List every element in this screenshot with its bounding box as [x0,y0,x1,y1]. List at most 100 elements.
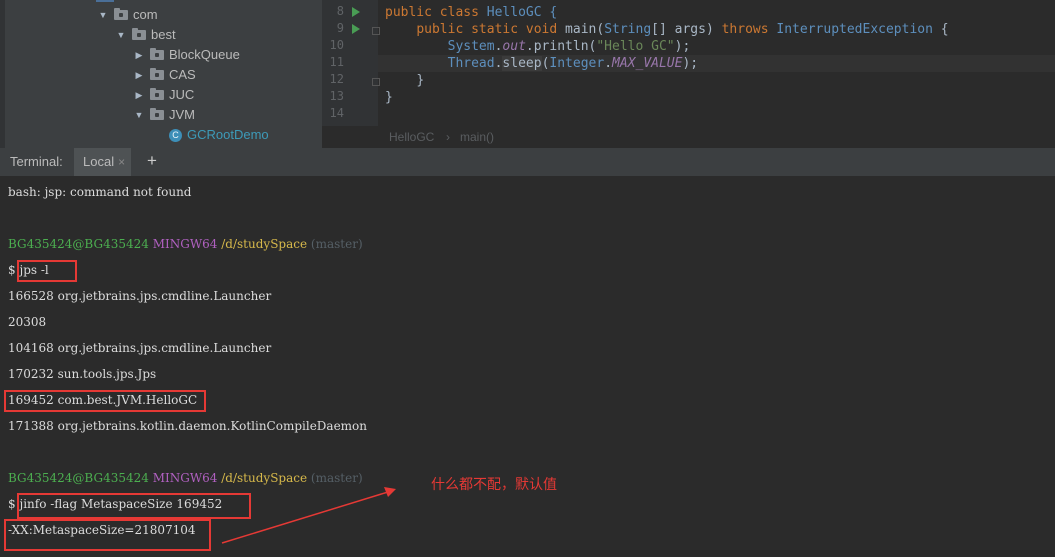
prompt-user: BG435424@BG435424 [8,471,149,485]
prompt-line: BG435424@BG435424 MINGW64 /d/studySpace … [8,469,363,487]
brace: } [385,90,393,105]
brace: } [416,73,425,88]
package-folder-icon [150,48,164,60]
line-number: 10 [329,38,344,52]
code-line-9: public static void main(String[] args) t… [385,21,949,38]
run-class-icon[interactable] [352,7,360,17]
line-number: 13 [329,89,344,103]
type-name: InterruptedException [776,22,933,37]
package-folder-icon [150,68,164,80]
add-tab-icon[interactable]: + [147,151,157,171]
run-main-icon[interactable] [352,24,360,34]
annotation-text: 什么都不配，默认值 [431,477,557,493]
terminal-line: 166528 org.jetbrains.jps.cmdline.Launche… [8,289,272,303]
prompt-branch: (master) [310,471,363,485]
method-call: .println( [525,39,597,54]
chevron-down-icon[interactable]: ▼ [114,25,128,45]
terminal-tab-bar: Terminal: Local × + [0,148,1055,177]
prompt-path: /d/studySpace [221,471,308,485]
chevron-right-icon[interactable]: ▶ [132,65,146,85]
prompt-env: MINGW64 [152,237,218,251]
code-line-10: System.out.println("Hello GC"); [385,38,691,55]
package-folder-icon [132,28,146,40]
package-folder-icon [114,8,128,20]
chevron-right-icon[interactable]: ▶ [132,45,146,65]
type-name: String [604,22,652,37]
highlight-box [4,390,206,412]
code-line-8: public class HelloGC { [385,4,557,21]
line-number: 12 [329,72,344,86]
code-editor[interactable]: 8 9 10 11 12 13 14 public class HelloGC … [322,0,1055,148]
tree-item-label: GCRootDemo [187,127,269,142]
tree-item-label: CAS [169,67,196,82]
chevron-right-icon[interactable]: ▶ [132,85,146,105]
close-icon[interactable]: × [118,155,125,169]
chevron-down-icon[interactable]: ▼ [132,105,146,125]
project-tree: ▼ com ▼ best ▶ BlockQueue ▶ CAS ▶ JUC ▼ … [0,0,322,148]
tree-item-label: BlockQueue [169,47,240,62]
type-name: Thread [447,56,495,71]
prompt-dollar: $ [8,263,16,277]
editor-gutter: 8 9 10 11 12 13 14 [322,0,380,126]
keyword: void [525,22,558,37]
terminator: ); [674,39,691,54]
prompt-branch: (master) [310,237,363,251]
static-field: MAX_VALUE [612,56,683,71]
tree-gutter [0,0,5,148]
type-name: Integer [549,56,605,71]
terminator: ); [682,56,699,71]
prompt-dollar: $ [8,497,16,511]
ide-top-area: ▼ com ▼ best ▶ BlockQueue ▶ CAS ▶ JUC ▼ … [0,0,1055,148]
terminal-line: 104168 org.jetbrains.jps.cmdline.Launche… [8,341,272,355]
tree-item-label: JUC [169,87,195,102]
package-folder-icon [150,88,164,100]
code-line-11: Thread.sleep(Integer.MAX_VALUE); [385,55,698,72]
code-line-13: } [385,89,393,106]
terminal-line: 20308 [8,315,47,329]
brace: { [940,22,949,37]
keyword: class [439,5,479,20]
terminal-line: 171388 org.jetbrains.kotlin.daemon.Kotli… [8,419,368,433]
line-number: 9 [336,21,344,35]
tree-item-label: best [151,27,176,42]
tree-item-best[interactable]: ▼ best [114,25,176,45]
breadcrumb: HelloGC › main() [322,126,1055,148]
code-line-12: } [385,72,424,89]
tree-item-cas[interactable]: ▶ CAS [132,65,196,85]
line-number: 11 [329,55,344,69]
tree-item-jvm[interactable]: ▼ JVM [132,105,195,125]
breadcrumb-item-class[interactable]: HelloGC [389,126,434,148]
breadcrumb-item-method[interactable]: main() [460,126,494,148]
highlight-box [17,493,251,519]
keyword: throws [721,22,769,37]
highlight-box [4,519,211,551]
string-literal: "Hello GC" [596,39,675,54]
prompt-user: BG435424@BG435424 [8,237,149,251]
params: [] args) [651,22,714,37]
tab-local[interactable]: Local × [74,148,132,176]
terminal-output[interactable]: bash: jsp: command not found BG435424@BG… [0,176,1055,557]
terminal-title: Terminal: [10,154,63,169]
tree-item-label: JVM [169,107,195,122]
keyword: public [416,22,464,37]
fold-marker-icon[interactable] [372,78,380,86]
keyword: static [471,22,519,37]
terminal-line: bash: jsp: command not found [8,185,192,199]
tree-item-com[interactable]: ▼ com [96,5,158,25]
prompt-path: /d/studySpace [221,237,308,251]
line-number: 14 [329,106,344,120]
prompt-line: BG435424@BG435424 MINGW64 /d/studySpace … [8,235,363,253]
type-name: System [447,39,495,54]
highlight-box [17,260,77,282]
static-field: out [502,39,526,54]
chevron-down-icon[interactable]: ▼ [96,5,110,25]
fold-marker-icon[interactable] [372,27,380,35]
terminal-line: 170232 sun.tools.jps.Jps [8,367,157,381]
tree-item-label: com [133,7,158,22]
dot: . [604,56,613,71]
method-call: sleep [502,56,542,71]
tree-item-gcrootdemo[interactable]: C GCRootDemo [169,125,269,145]
tree-item-juc[interactable]: ▶ JUC [132,85,195,105]
tree-item-blockqueue[interactable]: ▶ BlockQueue [132,45,240,65]
prompt-env: MINGW64 [152,471,218,485]
